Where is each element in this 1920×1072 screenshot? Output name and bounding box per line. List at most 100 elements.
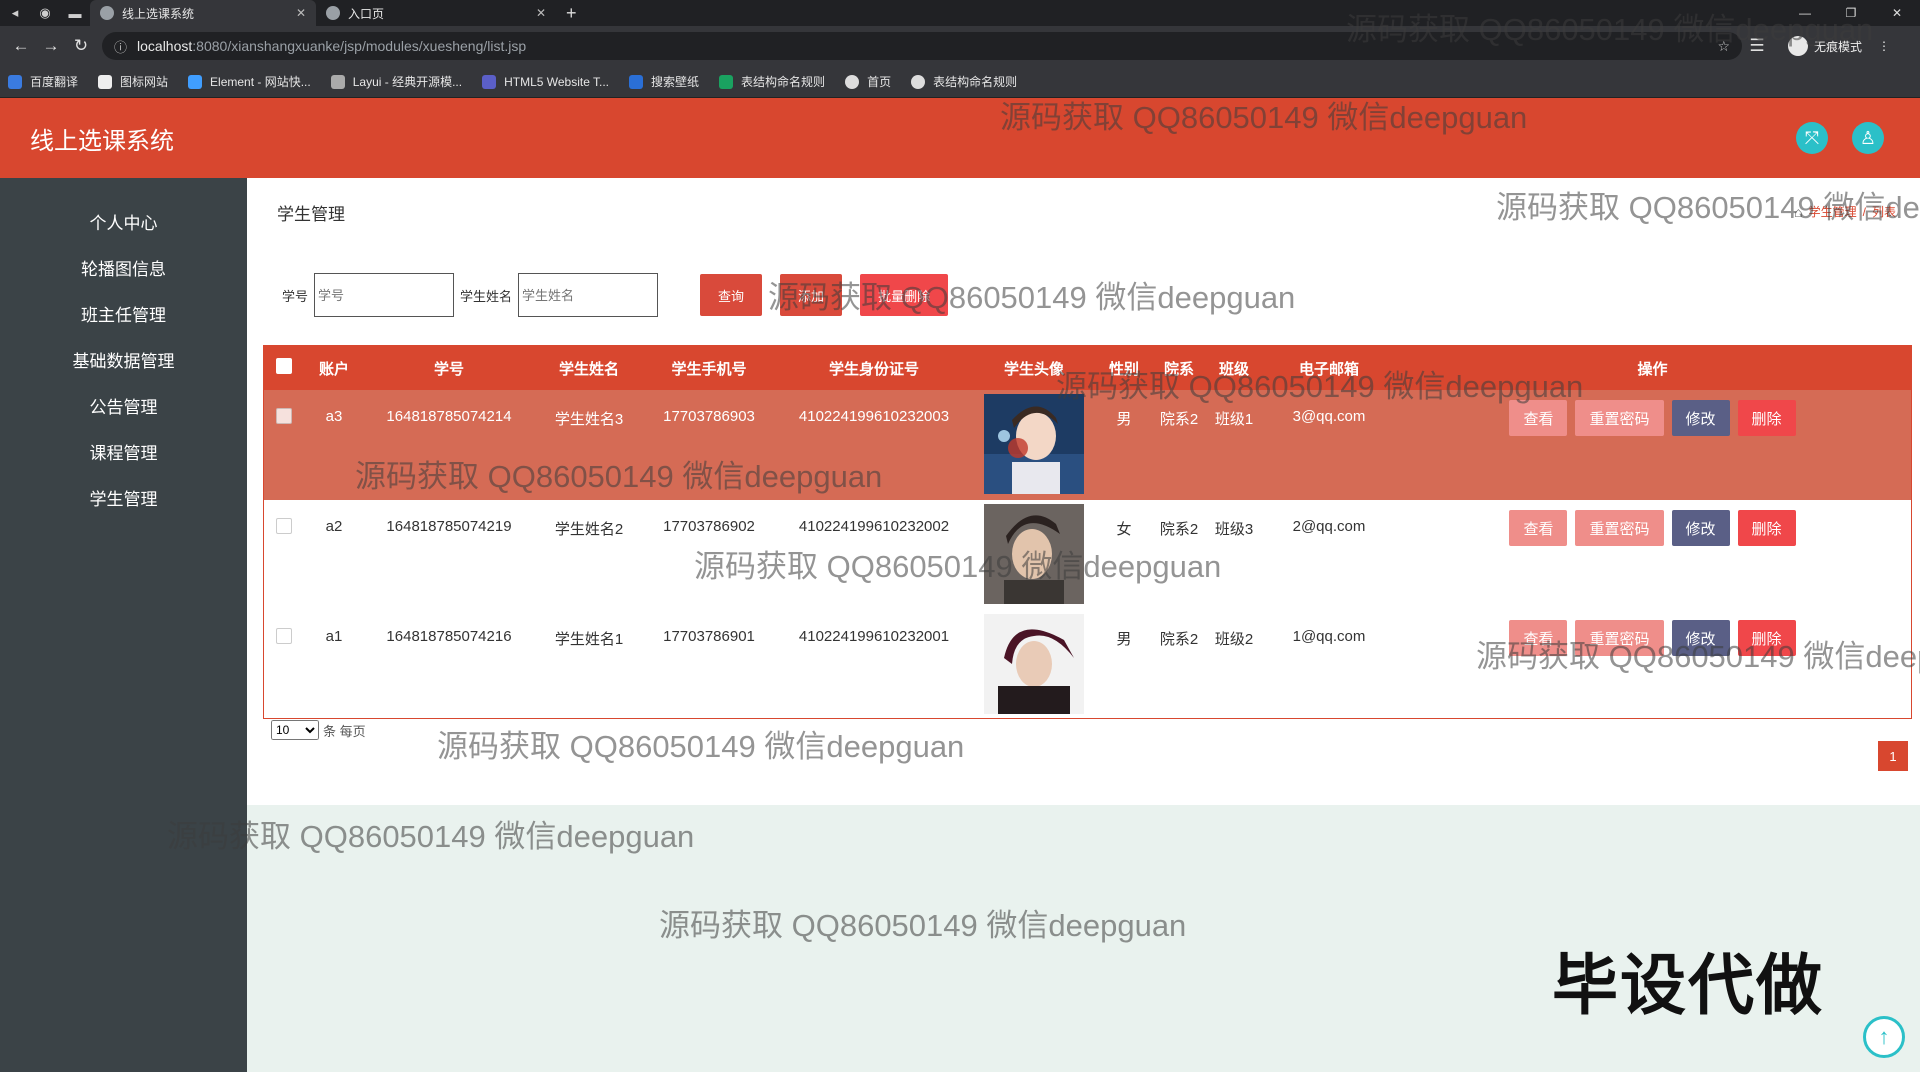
cell-dept: 院系2 (1159, 411, 1199, 428)
site-info-icon[interactable]: ⓘ (114, 37, 127, 56)
tab-close-icon[interactable]: ✕ (536, 6, 546, 20)
col-header: 院系 (1163, 360, 1194, 378)
bookmark-item[interactable]: Layui - 经典开源模... (330, 73, 462, 90)
col-header: 学生身份证号 (828, 360, 919, 378)
sidebar-item-headteacher[interactable]: 班主任管理 (0, 290, 247, 336)
minimize-icon[interactable]: — (1782, 6, 1828, 20)
bookmark-star-icon[interactable]: ☆ (1717, 38, 1730, 55)
delete-button[interactable]: 删除 (1737, 510, 1796, 546)
sidebar-item-carousel[interactable]: 轮播图信息 (0, 244, 247, 290)
bookmark-item[interactable]: 搜索壁纸 (629, 73, 699, 90)
edit-button[interactable]: 修改 (1671, 510, 1730, 546)
sidebar: 个人中心 轮播图信息 班主任管理 基础数据管理 公告管理 课程管理 学生管理 (0, 178, 247, 1072)
reset-password-button[interactable]: 重置密码 (1575, 510, 1664, 546)
page-number-button[interactable]: 1 (1878, 741, 1908, 771)
row-actions: 查看 重置密码 修改 删除 (1394, 620, 1911, 656)
incognito-icon (1788, 36, 1808, 56)
window-controls: — ❐ ✕ (1782, 6, 1920, 20)
edit-button[interactable]: 修改 (1671, 620, 1730, 656)
bookmark-item[interactable]: HTML5 Website T... (482, 74, 610, 89)
table-row[interactable]: a2 164818785074219 学生姓名2 17703786902 410… (264, 500, 1911, 610)
row-checkbox[interactable] (276, 408, 292, 424)
xuehao-input[interactable] (314, 273, 455, 317)
bookmark-item[interactable]: 百度翻译 (8, 73, 78, 90)
new-tab-button[interactable]: + (556, 3, 587, 24)
menu-dots-icon[interactable]: ⋮ (1878, 39, 1890, 53)
cell-name: 学生姓名3 (554, 411, 624, 428)
sidebar-item-profile[interactable]: 个人中心 (0, 198, 247, 244)
batch-delete-button[interactable]: 批量删除 (860, 274, 949, 316)
home-icon[interactable]: ⌂ (1794, 204, 1802, 220)
delete-button[interactable]: 删除 (1737, 620, 1796, 656)
page-size-select[interactable]: 10 (271, 720, 319, 740)
tab-entry[interactable]: 入口页 ✕ (316, 0, 556, 26)
reset-password-button[interactable]: 重置密码 (1575, 400, 1664, 436)
add-button[interactable]: 添加 (780, 274, 843, 316)
col-header: 操作 (1637, 360, 1668, 378)
reload-icon[interactable]: ↻ (66, 36, 96, 56)
bookmark-label: 百度翻译 (30, 75, 79, 89)
bookmark-label: 首页 (867, 75, 892, 89)
restore-icon[interactable]: ❐ (1828, 6, 1874, 20)
forward-arrow-icon[interactable]: → (36, 36, 66, 56)
select-all-checkbox[interactable] (276, 358, 292, 374)
breadcrumb-item[interactable]: 学生管理 (1809, 203, 1857, 220)
cell-idcard: 410224199610232001 (798, 628, 950, 645)
close-window-icon[interactable]: ✕ (1874, 6, 1920, 20)
cell-phone: 17703786903 (663, 408, 755, 425)
page-title: 学生管理 (277, 205, 345, 224)
cell-xuehao: 164818785074216 (386, 628, 512, 645)
col-header: 学号 (433, 360, 464, 378)
sidebar-item-student[interactable]: 学生管理 (0, 474, 247, 520)
col-header: 性别 (1108, 360, 1139, 378)
bookmarks-bar: 百度翻译 图标网站 Element - 网站快... Layui - 经典开源模… (0, 66, 1920, 98)
row-checkbox[interactable] (276, 518, 292, 534)
cell-phone: 17703786902 (663, 518, 755, 535)
breadcrumb: ⌂ 学生管理 / 列表 (1794, 203, 1896, 220)
reset-password-button[interactable]: 重置密码 (1575, 620, 1664, 656)
cell-idcard: 410224199610232003 (798, 408, 950, 425)
bookmark-item[interactable]: Element - 网站快... (188, 73, 311, 90)
tab-xuanke[interactable]: 线上选课系统 ✕ (90, 0, 316, 26)
tab-search-list-icon[interactable]: ☰ (1742, 36, 1772, 56)
sidebar-item-course[interactable]: 课程管理 (0, 428, 247, 474)
cell-gender: 女 (1116, 521, 1132, 538)
student-name-input[interactable] (518, 273, 659, 317)
cell-phone: 17703786901 (663, 628, 755, 645)
table-row[interactable]: a3 164818785074214 学生姓名3 17703786903 410… (264, 390, 1911, 500)
url-bar[interactable]: ⓘ localhost:8080/xianshangxuanke/jsp/mod… (102, 32, 1742, 60)
edit-button[interactable]: 修改 (1671, 400, 1730, 436)
bookmark-item[interactable]: 首页 (845, 73, 891, 90)
url-host: localhost (137, 38, 193, 54)
col-header: 电子邮箱 (1298, 360, 1359, 378)
browser-icon[interactable]: ◉ (30, 0, 60, 26)
query-button[interactable]: 查询 (700, 274, 763, 316)
sidebar-item-notice[interactable]: 公告管理 (0, 382, 247, 428)
sheet-icon (719, 74, 734, 89)
row-checkbox[interactable] (276, 628, 292, 644)
profile-label: 无痕模式 (1814, 39, 1863, 54)
table-row[interactable]: a1 164818785074216 学生姓名1 17703786901 410… (264, 610, 1911, 720)
back-arrow-icon[interactable]: ← (6, 36, 36, 56)
bookmark-label: HTML5 Website T... (504, 74, 610, 89)
view-button[interactable]: 查看 (1509, 620, 1568, 656)
bookmark-item[interactable]: 表结构命名规则 (719, 73, 825, 90)
tab-close-icon[interactable]: ✕ (296, 6, 306, 20)
translate-icon (8, 74, 22, 89)
user-avatar-icon[interactable]: ♙ (1852, 122, 1884, 154)
sidebar-item-basedata[interactable]: 基础数据管理 (0, 336, 247, 382)
cell-name: 学生姓名2 (554, 521, 624, 538)
app-title: 线上选课系统 (30, 127, 174, 155)
incognito-profile[interactable]: 无痕模式 ⋮ (1782, 36, 1890, 56)
back-to-top-icon[interactable]: ↑ (1863, 1016, 1905, 1058)
view-button[interactable]: 查看 (1509, 400, 1568, 436)
bookmark-item[interactable]: 图标网站 (98, 73, 168, 90)
fullscreen-icon[interactable]: ⤧ (1796, 122, 1828, 154)
view-button[interactable]: 查看 (1509, 510, 1568, 546)
window-icon[interactable]: ▬ (60, 0, 90, 26)
delete-button[interactable]: 删除 (1737, 400, 1796, 436)
student-photo (984, 394, 1084, 494)
row-actions: 查看 重置密码 修改 删除 (1394, 510, 1911, 546)
tab-search-icon[interactable]: ◂ (0, 0, 30, 26)
bookmark-item[interactable]: 表结构命名规则 (911, 73, 1017, 90)
